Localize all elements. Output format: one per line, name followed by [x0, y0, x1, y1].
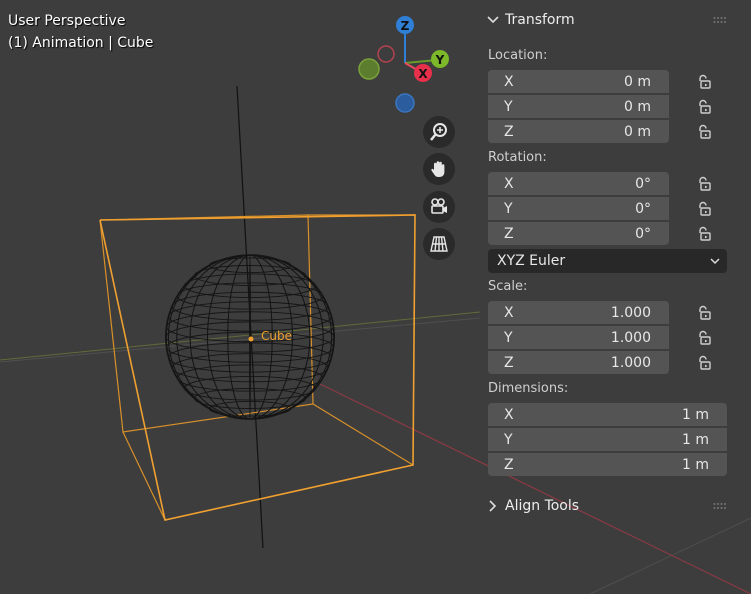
field-value: 0°	[635, 200, 651, 217]
rotation-z-field[interactable]: Z 0°	[488, 222, 669, 245]
scale-label: Scale:	[488, 279, 528, 294]
z-axis-line	[236, 85, 264, 549]
lock-icon[interactable]	[695, 175, 713, 193]
transform-title: Transform	[505, 12, 575, 28]
axis-label: Y	[504, 431, 513, 448]
cube-front-edges	[99, 214, 416, 521]
zoom-icon	[430, 123, 447, 141]
grid-line	[0, 317, 481, 363]
object-origin-dot	[248, 336, 254, 342]
scale-z-field[interactable]: Z 1.000	[488, 351, 669, 374]
gizmo-neg-x	[377, 45, 395, 63]
axis-label: X	[504, 304, 514, 321]
drag-grip-icon[interactable]	[713, 16, 727, 24]
field-value: 1 m	[682, 431, 709, 448]
svg-text:Y: Y	[435, 53, 445, 67]
field-value: 1.000	[610, 304, 651, 321]
field-value: 1 m	[682, 406, 709, 423]
location-z-field[interactable]: Z 0 m	[488, 120, 669, 143]
transform-panel-header[interactable]: Transform	[479, 8, 741, 32]
grid-perspective-icon	[430, 236, 448, 252]
chevron-right-icon	[489, 500, 497, 512]
axis-label: Z	[504, 456, 514, 473]
field-value: 1 m	[682, 456, 709, 473]
svg-text:X: X	[418, 67, 428, 81]
object-label: Cube	[261, 329, 292, 343]
axis-label: Y	[504, 329, 513, 346]
hand-pan-icon	[431, 161, 445, 177]
axis-label: X	[504, 73, 514, 90]
dimensions-x-field[interactable]: X 1 m	[488, 403, 727, 426]
location-y-field[interactable]: Y 0 m	[488, 95, 669, 118]
perspective-toggle-button[interactable]	[423, 228, 455, 260]
chevron-down-icon	[710, 258, 720, 265]
location-label: Location:	[488, 48, 548, 63]
axis-label: Z	[504, 354, 514, 371]
field-value: 1.000	[610, 329, 651, 346]
svg-text:Z: Z	[401, 19, 410, 33]
scale-y-field[interactable]: Y 1.000	[488, 326, 669, 349]
dimensions-z-field[interactable]: Z 1 m	[488, 453, 727, 476]
zoom-button[interactable]	[423, 116, 455, 148]
lock-icon[interactable]	[695, 225, 713, 243]
rotation-mode-dropdown[interactable]: XYZ Euler	[488, 249, 727, 273]
scale-x-field[interactable]: X 1.000	[488, 301, 669, 324]
field-value: 0 m	[624, 73, 651, 90]
rotation-label: Rotation:	[488, 150, 547, 165]
camera-view-button[interactable]	[423, 191, 455, 223]
lock-icon[interactable]	[695, 200, 713, 218]
drag-grip-icon[interactable]	[713, 502, 727, 510]
field-value: 1.000	[610, 354, 651, 371]
grid-line	[0, 311, 481, 361]
axis-label: Z	[504, 225, 514, 242]
axis-label: Z	[504, 123, 514, 140]
field-value: 0°	[635, 175, 651, 192]
rotation-mode-value: XYZ Euler	[497, 253, 566, 269]
lock-icon[interactable]	[695, 329, 713, 347]
location-x-field[interactable]: X 0 m	[488, 70, 669, 93]
axis-label: Y	[504, 200, 513, 217]
lock-icon[interactable]	[695, 354, 713, 372]
dimensions-label: Dimensions:	[488, 381, 569, 396]
axis-label: Y	[504, 98, 513, 115]
field-value: 0°	[635, 225, 651, 242]
lock-icon[interactable]	[695, 123, 713, 141]
view-mode-text: User Perspective	[8, 13, 126, 29]
rotation-x-field[interactable]: X 0°	[488, 172, 669, 195]
chevron-down-icon	[487, 16, 499, 24]
rotation-y-field[interactable]: Y 0°	[488, 197, 669, 220]
dimensions-y-field[interactable]: Y 1 m	[488, 428, 727, 451]
align-tools-title: Align Tools	[505, 498, 580, 514]
align-tools-panel-header[interactable]: Align Tools	[479, 494, 741, 518]
sidebar-panel: Transform Location: X 0 m Y 0 m Z 0 m Rotation:…	[479, 0, 751, 594]
navigation-gizmo[interactable]: Z Y X	[358, 16, 449, 113]
field-value: 0 m	[624, 123, 651, 140]
axis-label: X	[504, 175, 514, 192]
lock-icon[interactable]	[695, 304, 713, 322]
lock-icon[interactable]	[695, 98, 713, 116]
gizmo-neg-z	[395, 93, 415, 113]
axis-label: X	[504, 406, 514, 423]
camera-icon	[431, 198, 447, 214]
lock-icon[interactable]	[695, 73, 713, 91]
gizmo-neg-y	[358, 58, 380, 80]
field-value: 0 m	[624, 98, 651, 115]
pan-button[interactable]	[423, 153, 455, 185]
view-context-text: (1) Animation | Cube	[8, 35, 154, 51]
